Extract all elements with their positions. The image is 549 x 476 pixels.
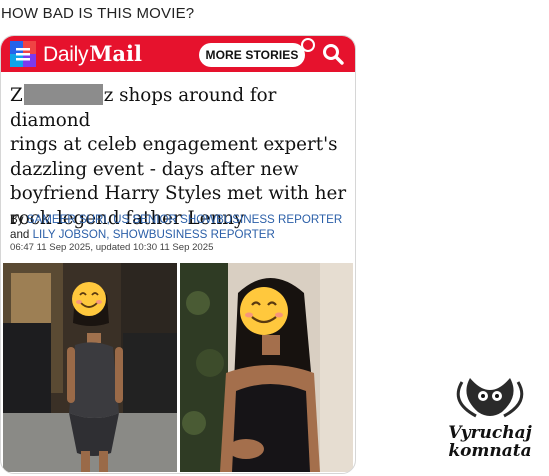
watermark-line2: komnata <box>448 441 531 461</box>
daily-mail-logo[interactable]: DailyMail <box>43 41 142 67</box>
article-photo-right[interactable] <box>180 263 353 472</box>
byline: By SAMEER SURI, US SENIOR SHOWBUSINESS R… <box>10 212 350 242</box>
search-icon[interactable] <box>322 43 344 65</box>
author-link-2[interactable]: LILY JOBSON, SHOWBUSINESS REPORTER <box>33 228 275 241</box>
headline-first-letter: Z <box>10 85 23 106</box>
article-headline[interactable]: Zz shops around for diamond rings at cel… <box>10 84 348 231</box>
redacted-name-block <box>23 84 103 105</box>
notification-dot <box>301 38 315 52</box>
author-link-1[interactable]: SAMEER SURI, US SENIOR SHOWBUSINESS REPO… <box>27 213 342 226</box>
headline-line3: dazzling event - days after new <box>10 158 299 180</box>
article-card[interactable]: DailyMail MORE STORIES Zz shops around f… <box>0 35 356 474</box>
headline-line4: boyfriend Harry Styles met with her <box>10 183 347 204</box>
watermark-line1: Vyruchaj <box>448 423 532 443</box>
article-timestamp: 06:47 11 Sep 2025, updated 10:30 11 Sep … <box>10 242 214 253</box>
watermark-logo: Vyruchaj komnata <box>448 378 533 461</box>
headline-line2: rings at celeb engagement expert's <box>10 134 338 155</box>
post-caption: HOW BAD IS THIS MOVIE? <box>1 5 195 22</box>
logo-daily-text: Daily <box>43 43 89 66</box>
more-stories-button[interactable]: MORE STORIES <box>199 43 305 67</box>
site-header: DailyMail MORE STORIES <box>1 36 355 72</box>
smiling-face-emoji <box>72 282 106 316</box>
byline-by: By <box>10 213 24 226</box>
smiling-face-emoji <box>240 287 288 335</box>
article-photo-left[interactable] <box>3 263 177 472</box>
byline-and: and <box>10 228 30 241</box>
logo-mail-text: Mail <box>89 41 142 66</box>
hamburger-menu-icon[interactable] <box>10 41 36 67</box>
owl-icon <box>456 378 524 418</box>
